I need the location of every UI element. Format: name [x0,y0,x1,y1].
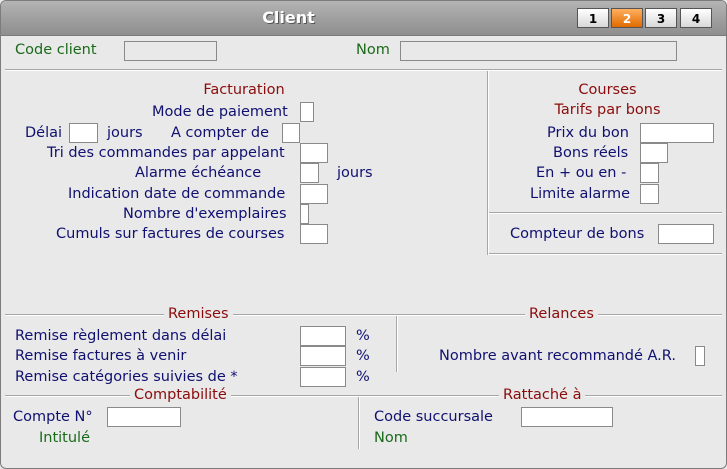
remise-factures-label: Remise factures à venir [15,348,187,364]
remise-reglement-label: Remise règlement dans délai [15,328,227,344]
courses-divider [489,212,722,214]
header-divider [5,69,722,71]
tab-3[interactable]: 3 [645,8,677,28]
remise-categories-label: Remise catégories suivies de * [15,369,238,385]
limite-alarme-field[interactable] [640,184,659,204]
cumuls-field[interactable] [300,224,328,244]
remise-categories-percent: % [356,369,370,385]
delai-jours-label: jours [107,125,143,141]
cumuls-label: Cumuls sur factures de courses [56,226,285,242]
en-plus-ou-moins-field[interactable] [640,163,659,183]
compte-no-label: Compte N° [13,409,93,425]
compteur-de-bons-field[interactable] [658,224,714,244]
en-plus-ou-moins-label: En + ou en - [536,165,627,181]
a-compter-de-label: A compter de [171,125,270,141]
bons-reels-label: Bons réels [553,145,629,161]
tri-commandes-label: Tri des commandes par appelant [47,145,285,161]
nombre-avant-label: Nombre avant recommandé A.R. [439,348,676,364]
delai-label: Délai [25,125,63,141]
bons-reels-field[interactable] [640,143,668,163]
alarme-jours-label: jours [337,165,373,181]
courses-subtitle: Tarifs par bons [554,102,661,118]
rattache-divider [358,397,360,449]
compteur-de-bons-label: Compteur de bons [510,226,645,242]
courses-bottom-divider [489,253,722,255]
remise-factures-field[interactable] [300,346,346,366]
nom-field[interactable] [400,41,677,61]
code-succursale-field[interactable] [521,407,613,427]
title-bar: Client 1 2 3 4 [1,1,726,36]
prix-du-bon-label: Prix du bon [547,125,629,141]
remise-reglement-field[interactable] [300,326,346,346]
remises-divider [5,314,722,316]
a-compter-de-field[interactable] [282,123,300,143]
nombre-exemplaires-field[interactable] [300,204,309,224]
nombre-avant-field[interactable] [695,346,705,366]
mode-paiement-field[interactable] [300,102,314,122]
tab-4[interactable]: 4 [680,8,712,28]
relances-divider [396,316,398,372]
relances-title: Relances [525,305,598,323]
indication-date-field[interactable] [300,184,328,204]
prix-du-bon-field[interactable] [640,123,714,143]
courses-title: Courses [578,82,637,98]
remise-reglement-percent: % [356,328,370,344]
comptabilite-title: Comptabilité [130,386,231,404]
mode-paiement-label: Mode de paiement [152,104,288,120]
code-client-field[interactable] [124,41,217,61]
rattache-title: Rattaché à [499,386,586,404]
tab-1[interactable]: 1 [577,8,609,28]
remise-categories-field[interactable] [300,367,346,387]
limite-alarme-label: Limite alarme [530,186,631,202]
delai-field[interactable] [69,123,98,143]
tri-commandes-field[interactable] [300,143,328,163]
nombre-exemplaires-label: Nombre d'exemplaires [123,206,287,222]
comptabilite-divider [5,395,722,397]
compte-no-field[interactable] [107,407,181,427]
client-window: Client 1 2 3 4 Code client Nom Facturati… [0,0,727,469]
window-title: Client [262,8,315,27]
intitule-label: Intitulé [39,430,91,446]
code-client-label: Code client [15,42,97,58]
remise-factures-percent: % [356,348,370,364]
facturation-title: Facturation [203,82,285,98]
code-succursale-label: Code succursale [374,409,493,425]
remises-title: Remises [164,305,233,323]
alarme-echeance-label: Alarme échéance [135,165,262,181]
indication-date-label: Indication date de commande [68,186,286,202]
rattache-nom-label: Nom [374,430,408,446]
tab-2[interactable]: 2 [611,8,643,28]
alarme-echeance-field[interactable] [300,163,319,183]
nom-label: Nom [356,42,390,58]
